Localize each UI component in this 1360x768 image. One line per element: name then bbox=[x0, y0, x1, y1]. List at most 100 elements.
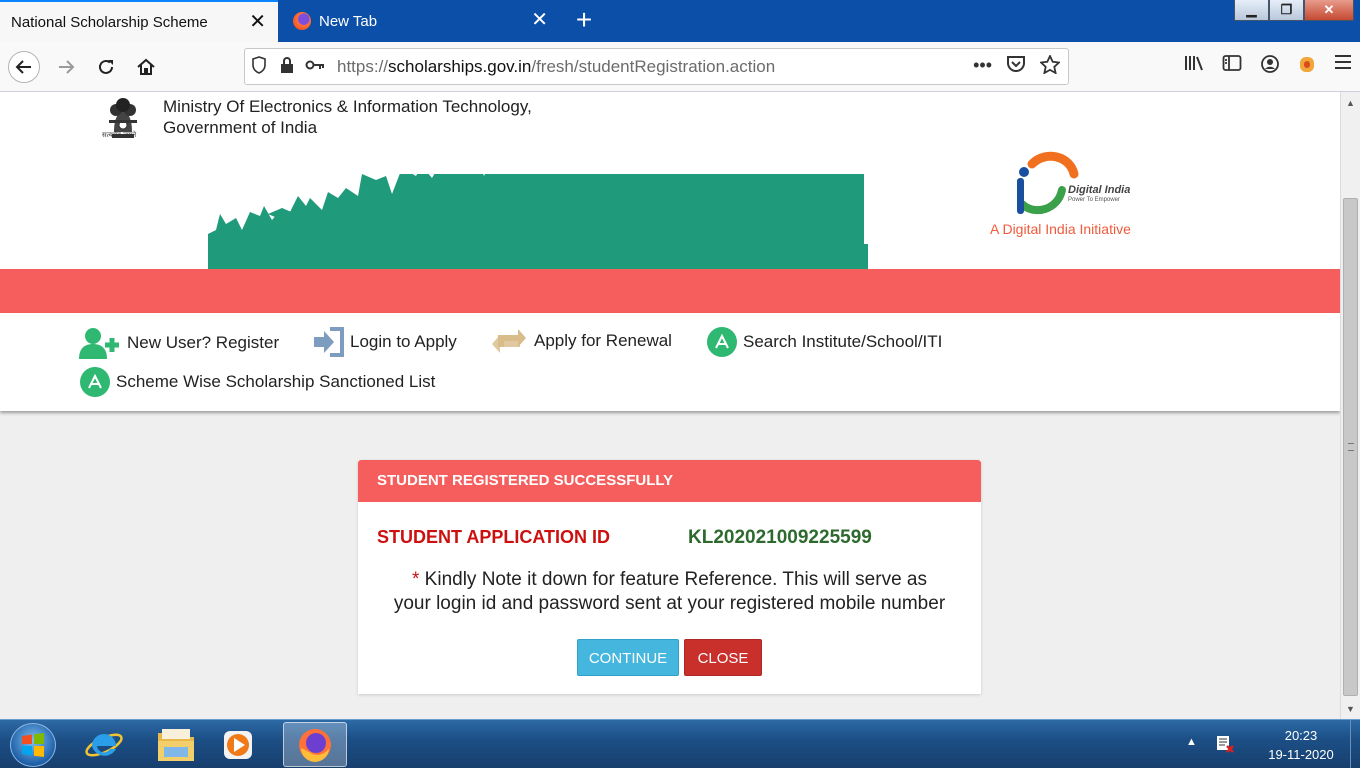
sidebar-icon[interactable] bbox=[1222, 54, 1242, 79]
url-path: /fresh/studentRegistration.action bbox=[531, 56, 776, 76]
extension-icon[interactable] bbox=[1298, 54, 1316, 79]
firefox-icon bbox=[293, 12, 311, 30]
note-line-1-text: Kindly Note it down for feature Referenc… bbox=[424, 569, 927, 590]
start-button[interactable] bbox=[10, 723, 56, 767]
shield-icon[interactable] bbox=[245, 55, 273, 78]
browser-toolbar-right bbox=[1184, 54, 1352, 79]
home-icon bbox=[137, 58, 155, 75]
tab-new-tab[interactable]: New Tab ✕ bbox=[280, 0, 560, 42]
dialog-note: * Kindly Note it down for feature Refere… bbox=[358, 568, 981, 616]
search-institute-icon bbox=[707, 327, 737, 357]
more-icon[interactable]: ••• bbox=[973, 55, 992, 79]
menu-search-institute[interactable]: Search Institute/School/ITI bbox=[707, 327, 942, 357]
menu-login-to-apply[interactable]: Login to Apply bbox=[312, 327, 457, 357]
renewal-icon bbox=[490, 327, 528, 355]
tab-title: New Tab bbox=[319, 12, 378, 30]
url-domain: scholarships.gov.in bbox=[388, 56, 532, 76]
close-button[interactable]: CLOSE bbox=[684, 639, 762, 676]
menu-label: Scheme Wise Scholarship Sanctioned List bbox=[116, 372, 436, 391]
continue-button[interactable]: CONTINUE bbox=[577, 639, 679, 676]
network-status-icon[interactable] bbox=[1215, 734, 1235, 754]
menu-label: New User? Register bbox=[127, 333, 280, 352]
firefox-icon bbox=[299, 728, 331, 762]
digital-india-initiative: A Digital India Initiative bbox=[990, 221, 1131, 237]
clock-date: 19-11-2020 bbox=[1268, 747, 1334, 762]
reload-button[interactable] bbox=[90, 51, 122, 83]
required-star: * bbox=[411, 569, 420, 590]
ministry-line-2: Government of India bbox=[163, 118, 318, 137]
back-button[interactable] bbox=[8, 51, 40, 83]
url-scheme: https:// bbox=[337, 56, 389, 76]
application-id-label: STUDENT APPLICATION ID bbox=[377, 527, 610, 547]
tab-title: National Scholarship Scheme bbox=[11, 13, 208, 31]
arrow-left-icon bbox=[15, 60, 31, 74]
scroll-thumb[interactable] bbox=[1343, 198, 1358, 696]
login-icon bbox=[312, 327, 344, 357]
sanctioned-list-icon bbox=[80, 367, 110, 397]
scroll-down-arrow-icon[interactable]: ▼ bbox=[1346, 704, 1355, 714]
page-viewport: सत्यमेव जयते Ministry Of Electronics & I… bbox=[0, 92, 1340, 719]
star-icon[interactable] bbox=[1038, 53, 1062, 79]
digital-india-tagline: Power To Empower bbox=[1068, 197, 1120, 203]
reload-icon bbox=[99, 59, 113, 74]
minimize-icon[interactable]: ▁ bbox=[1234, 0, 1269, 21]
menu-apply-for-renewal[interactable]: Apply for Renewal bbox=[490, 327, 672, 355]
firefox-button[interactable] bbox=[283, 722, 347, 767]
scroll-grip bbox=[1348, 443, 1354, 451]
menu-label: Apply for Renewal bbox=[534, 331, 672, 350]
application-id-value: KL202021009225599 bbox=[688, 527, 872, 548]
hamburger-icon[interactable] bbox=[1334, 54, 1352, 79]
browser-tab-bar: National Scholarship Scheme ✕ New Tab ✕ … bbox=[0, 0, 1360, 42]
account-icon[interactable] bbox=[1260, 54, 1280, 79]
note-line-1: * Kindly Note it down for feature Refere… bbox=[358, 568, 981, 592]
tray-expand-icon[interactable]: ▲ bbox=[1186, 736, 1197, 748]
file-explorer-button[interactable] bbox=[146, 722, 206, 767]
show-desktop-button[interactable] bbox=[1350, 720, 1360, 768]
tab-national-scholarship[interactable]: National Scholarship Scheme ✕ bbox=[0, 0, 278, 42]
browser-nav-bar: https://scholarships.gov.in/fresh/studen… bbox=[0, 42, 1360, 92]
site-header: सत्यमेव जयते Ministry Of Electronics & I… bbox=[0, 92, 1340, 269]
internet-explorer-icon bbox=[85, 733, 123, 756]
add-user-icon bbox=[79, 327, 121, 359]
windows-taskbar: ▲ 20:23 19-11-2020 bbox=[0, 719, 1360, 768]
menu-label: Search Institute/School/ITI bbox=[743, 332, 943, 351]
windows-logo-icon bbox=[22, 733, 44, 757]
menu-new-user-register[interactable]: New User? Register bbox=[79, 327, 279, 359]
window-controls: ▁ ❐ ✕ bbox=[1234, 0, 1354, 21]
menu-scheme-wise-sanctioned-list[interactable]: Scheme Wise Scholarship Sanctioned List bbox=[80, 367, 435, 397]
header-band bbox=[0, 269, 1340, 313]
pocket-icon[interactable] bbox=[1006, 55, 1026, 79]
key-icon[interactable] bbox=[301, 58, 329, 75]
ministry-line-1: Ministry Of Electronics & Information Te… bbox=[163, 97, 532, 116]
scroll-up-arrow-icon[interactable]: ▲ bbox=[1346, 98, 1355, 108]
lock-icon[interactable] bbox=[273, 56, 301, 77]
clock-time: 20:23 bbox=[1284, 728, 1318, 743]
forward-button[interactable] bbox=[50, 51, 82, 83]
library-icon[interactable] bbox=[1184, 54, 1204, 79]
url-bar[interactable]: https://scholarships.gov.in/fresh/studen… bbox=[244, 48, 1069, 85]
file-explorer-icon bbox=[158, 728, 194, 761]
window-close-icon[interactable]: ✕ bbox=[1304, 0, 1354, 21]
emblem-caption: सत्यमेव जयते bbox=[102, 132, 137, 139]
ministry-title: Ministry Of Electronics & Information Te… bbox=[163, 96, 532, 138]
page-scrollbar[interactable]: ▲ ▼ bbox=[1340, 92, 1360, 719]
close-icon[interactable]: ✕ bbox=[249, 12, 266, 32]
digital-india-name: Digital India bbox=[1068, 184, 1131, 196]
media-player-button[interactable] bbox=[208, 722, 268, 767]
new-tab-button[interactable]: + bbox=[570, 6, 598, 34]
menu-label: Login to Apply bbox=[350, 332, 457, 351]
arrow-right-icon bbox=[59, 60, 75, 74]
url-text: https://scholarships.gov.in/fresh/studen… bbox=[337, 57, 775, 77]
system-clock[interactable]: 20:23 19-11-2020 bbox=[1256, 726, 1346, 764]
graduates-banner-image bbox=[208, 174, 868, 269]
url-actions: ••• bbox=[973, 53, 1062, 79]
main-menu: New User? Register Login to Apply Apply … bbox=[0, 313, 1340, 411]
registration-success-dialog: STUDENT REGISTERED SUCCESSFULLY STUDENT … bbox=[358, 460, 981, 694]
media-player-icon bbox=[224, 730, 252, 759]
home-button[interactable] bbox=[130, 51, 162, 83]
dialog-title: STUDENT REGISTERED SUCCESSFULLY bbox=[358, 460, 981, 502]
internet-explorer-button[interactable] bbox=[74, 722, 134, 767]
close-icon[interactable]: ✕ bbox=[531, 10, 548, 30]
restore-icon[interactable]: ❐ bbox=[1269, 0, 1304, 21]
note-line-2: your login id and password sent at your … bbox=[393, 593, 946, 614]
